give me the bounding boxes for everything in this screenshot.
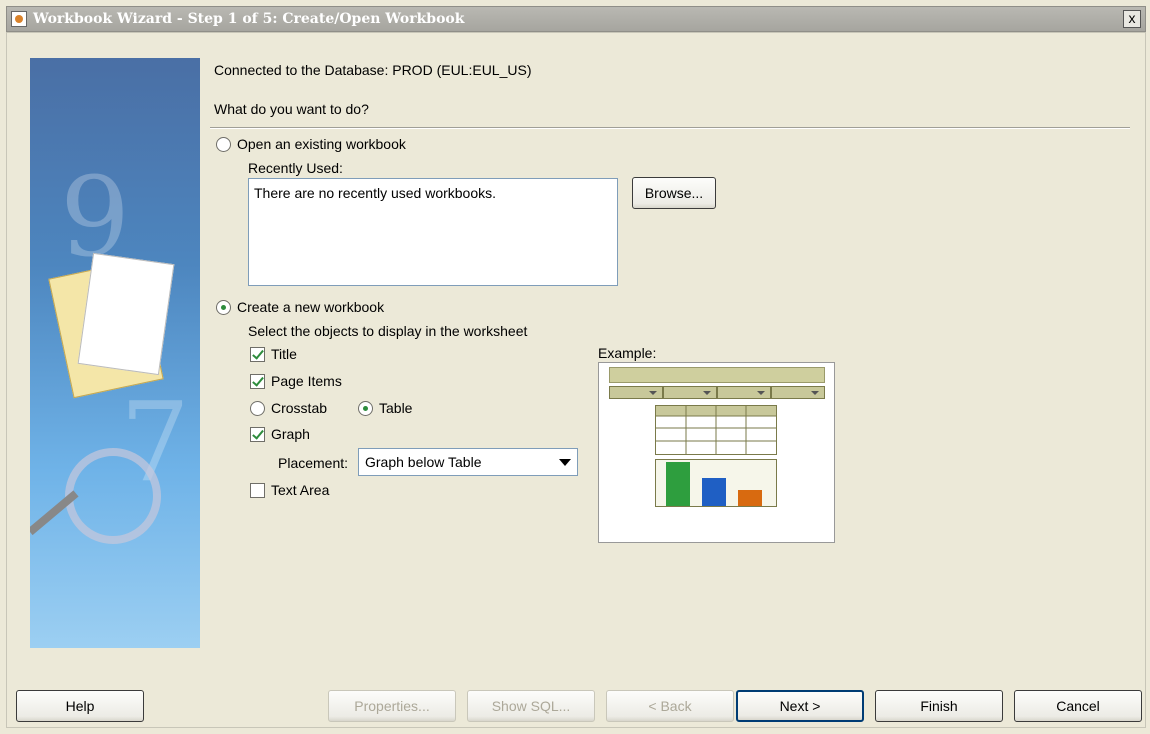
example-page-item bbox=[663, 386, 717, 399]
example-label: Example: bbox=[598, 345, 657, 361]
example-table-grid bbox=[656, 406, 776, 454]
connection-status: Connected to the Database: PROD (EUL:EUL… bbox=[214, 62, 532, 78]
example-bar-orange bbox=[738, 490, 762, 506]
question-label: What do you want to do? bbox=[214, 101, 369, 117]
back-button[interactable]: < Back bbox=[606, 690, 734, 722]
crosstab-label[interactable]: Crosstab bbox=[271, 400, 327, 416]
text-area-checkbox[interactable] bbox=[250, 483, 265, 498]
text-area-label[interactable]: Text Area bbox=[271, 482, 329, 498]
wizard-banner-image: 9 7 bbox=[30, 58, 200, 648]
close-button[interactable]: x bbox=[1123, 10, 1141, 28]
example-page-item bbox=[717, 386, 771, 399]
chevron-down-icon bbox=[559, 459, 571, 466]
recently-used-list[interactable]: There are no recently used workbooks. bbox=[248, 178, 618, 286]
example-graph bbox=[655, 459, 777, 507]
page-items-checkbox[interactable] bbox=[250, 374, 265, 389]
magnifier-icon bbox=[65, 448, 161, 544]
create-new-label[interactable]: Create a new workbook bbox=[237, 299, 384, 315]
window-title: Workbook Wizard - Step 1 of 5: Create/Op… bbox=[33, 11, 465, 27]
finish-button[interactable]: Finish bbox=[875, 690, 1003, 722]
create-new-radio[interactable] bbox=[216, 300, 231, 315]
document-icon bbox=[77, 252, 175, 376]
example-bar-green bbox=[666, 462, 690, 506]
recently-used-label: Recently Used: bbox=[248, 160, 343, 176]
example-preview bbox=[598, 362, 835, 543]
show-sql-button[interactable]: Show SQL... bbox=[467, 690, 595, 722]
java-app-icon bbox=[11, 11, 27, 27]
open-existing-label[interactable]: Open an existing workbook bbox=[237, 136, 406, 152]
placement-value: Graph below Table bbox=[365, 454, 482, 470]
example-page-item bbox=[609, 386, 663, 399]
example-bar-blue bbox=[702, 478, 726, 506]
open-existing-radio[interactable] bbox=[216, 137, 231, 152]
graph-label[interactable]: Graph bbox=[271, 426, 310, 442]
table-radio[interactable] bbox=[358, 401, 373, 416]
page-items-label[interactable]: Page Items bbox=[271, 373, 342, 389]
crosstab-radio[interactable] bbox=[250, 401, 265, 416]
example-page-item bbox=[771, 386, 825, 399]
properties-button[interactable]: Properties... bbox=[328, 690, 456, 722]
placement-label: Placement: bbox=[278, 455, 349, 471]
title-bar: Workbook Wizard - Step 1 of 5: Create/Op… bbox=[6, 6, 1146, 32]
separator bbox=[210, 127, 1130, 129]
title-checkbox[interactable] bbox=[250, 347, 265, 362]
placement-select[interactable]: Graph below Table bbox=[358, 448, 578, 476]
table-label[interactable]: Table bbox=[379, 400, 412, 416]
browse-button[interactable]: Browse... bbox=[632, 177, 716, 209]
objects-prompt: Select the objects to display in the wor… bbox=[248, 323, 528, 339]
graph-checkbox[interactable] bbox=[250, 427, 265, 442]
title-checkbox-label[interactable]: Title bbox=[271, 346, 297, 362]
cancel-button[interactable]: Cancel bbox=[1014, 690, 1142, 722]
empty-list-message: There are no recently used workbooks. bbox=[254, 185, 497, 201]
next-button[interactable]: Next > bbox=[736, 690, 864, 722]
example-table bbox=[655, 405, 777, 455]
example-title-bar bbox=[609, 367, 825, 383]
help-button[interactable]: Help bbox=[16, 690, 144, 722]
